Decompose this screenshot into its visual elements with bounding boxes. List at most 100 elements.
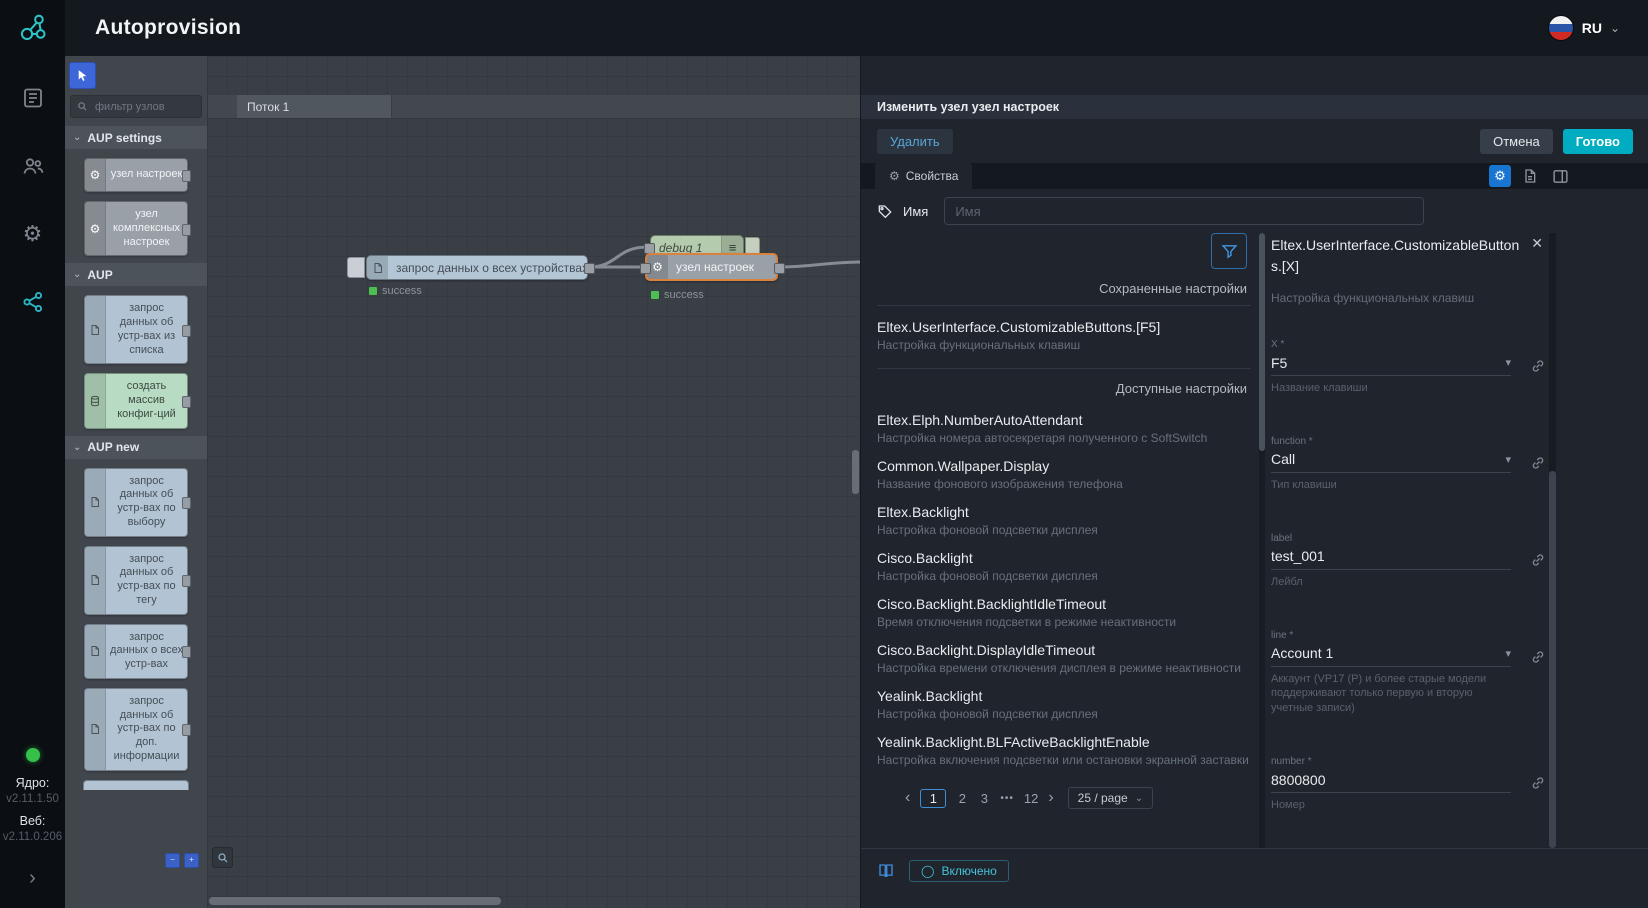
page-3[interactable]: 3 (978, 791, 990, 806)
available-setting-item[interactable]: Eltex.Backlight Настройка фоновой подсве… (877, 504, 1259, 537)
saved-setting-item[interactable]: Eltex.UserInterface.CustomizableButtons.… (877, 319, 1259, 352)
gear-icon: ⚙ (85, 159, 106, 191)
link-icon[interactable] (1529, 454, 1547, 472)
palette-category-aup-settings[interactable]: ⌄ AUP settings (65, 126, 207, 149)
page-12[interactable]: 12 (1024, 791, 1038, 806)
label-input[interactable]: test_001 (1271, 544, 1511, 570)
gear-icon: ⚙ (85, 202, 106, 256)
done-button[interactable]: Готово (1562, 128, 1633, 154)
gear-icon: ⚙ (1494, 168, 1506, 183)
filter-button[interactable] (1211, 233, 1247, 269)
palette-node-query-list[interactable]: запрос данных об устр-вах из списка (84, 295, 191, 365)
layout-icon-button[interactable] (1549, 165, 1571, 187)
number-input[interactable]: 8800800 (1271, 767, 1511, 794)
page-title: Autoprovision (95, 16, 242, 39)
file-icon (85, 546, 106, 614)
function-select[interactable]: Call ▾ (1271, 447, 1511, 473)
node-input-port[interactable] (640, 263, 651, 274)
canvas-hscrollbar-thumb[interactable] (209, 897, 501, 905)
sidebar-item-users[interactable] (21, 154, 45, 178)
canvas-vscrollbar-thumb[interactable] (852, 450, 859, 494)
list-scrollbar-thumb[interactable] (1259, 233, 1265, 451)
available-setting-item[interactable]: Yealink.Backlight.BLFActiveBacklightEnab… (877, 734, 1259, 767)
sidebar-item-flows[interactable] (21, 290, 45, 314)
link-icon[interactable] (1529, 357, 1547, 375)
line-select[interactable]: Account 1 ▾ (1271, 641, 1511, 667)
node-output-port (182, 324, 191, 337)
cursor-tool-button[interactable] (69, 62, 96, 89)
flow-canvas[interactable]: Поток 1 запрос данных о всех устройствах… (207, 56, 860, 908)
palette-category-aup-new[interactable]: ⌄ AUP new (65, 435, 207, 459)
palette-expand-button[interactable]: + (184, 853, 199, 868)
close-icon[interactable]: ✕ (1529, 233, 1545, 254)
tray-tabbar: ⚙ Свойства ⚙ (861, 163, 1648, 189)
palette-node-settings[interactable]: ⚙ узел настроек (84, 158, 191, 192)
wire[interactable] (777, 260, 860, 269)
sidebar: ⚙ Ядро: v2.11.1.50 Веб: v2.11.0.206 › (0, 56, 65, 908)
palette-node-query-by-choice[interactable]: запрос данных об устр-вах по выбору (84, 467, 191, 537)
canvas-node-settings[interactable]: ⚙ узел настроек (645, 253, 778, 281)
palette-search-input[interactable] (93, 99, 195, 114)
page-size-select[interactable]: 25 / page ⌄ (1067, 787, 1154, 809)
sidebar-item-journal[interactable] (21, 86, 45, 110)
canvas-node-query-all-devices[interactable]: запрос данных о всех устройствах (366, 255, 588, 280)
available-settings-header: Доступные настройки (1115, 381, 1247, 396)
sidebar-expand-chevron-icon[interactable]: › (0, 867, 65, 890)
core-status-indicator (25, 748, 40, 762)
sidebar-item-settings[interactable]: ⚙ (21, 222, 45, 246)
tab-properties[interactable]: ⚙ Свойства (875, 163, 973, 189)
pagination: ‹ 1 2 3 ••• 12 › 25 / page ⌄ (877, 787, 1259, 809)
description-icon-button[interactable] (1519, 165, 1541, 187)
palette-collapse-button[interactable]: − (165, 853, 180, 868)
detail-title: Eltex.UserInterface.CustomizableButtons.… (1271, 237, 1520, 274)
available-setting-item[interactable]: Yealink.Backlight Настройка фоновой подс… (877, 688, 1259, 721)
setting-detail-panel: ✕ Eltex.UserInterface.CustomizableButton… (1271, 233, 1547, 848)
page-1[interactable]: 1 (920, 788, 947, 808)
tag-icon (877, 203, 893, 219)
palette-node-query-by-tag[interactable]: запрос данных об устр-вах по тегу (84, 545, 191, 615)
palette-node-partial[interactable] (83, 779, 189, 790)
available-setting-item[interactable]: Eltex.Elph.NumberAutoAttendant Настройка… (877, 412, 1259, 445)
link-icon[interactable] (1529, 648, 1547, 666)
palette-node-create-config-array[interactable]: создать массив конфиг-ций (84, 373, 191, 429)
palette-node-query-all[interactable]: запрос данных о всех устр-вах (84, 623, 191, 679)
page-ellipsis[interactable]: ••• (1000, 793, 1014, 804)
book-icon[interactable] (877, 862, 895, 880)
chevron-down-icon: ⌄ (73, 441, 82, 453)
prev-page-button[interactable]: ‹ (905, 790, 910, 806)
funnel-icon (1221, 243, 1238, 260)
file-icon (85, 296, 106, 364)
delete-button[interactable]: Удалить (877, 128, 953, 154)
available-setting-item[interactable]: Cisco.Backlight Настройка фоновой подсве… (877, 550, 1259, 583)
properties-icon-button[interactable]: ⚙ (1489, 165, 1511, 187)
logo-icon (16, 11, 50, 45)
database-icon (85, 374, 106, 428)
node-output-port (182, 497, 191, 509)
link-icon[interactable] (1529, 551, 1547, 569)
query-node-button[interactable] (347, 257, 365, 278)
zoom-button[interactable] (212, 847, 233, 868)
palette-node-complex-settings[interactable]: ⚙ узел комплексных настроек (84, 201, 191, 257)
page-2[interactable]: 2 (956, 791, 968, 806)
palette-category-aup[interactable]: ⌄ AUP (65, 263, 207, 287)
detail-scrollbar-thumb[interactable] (1549, 471, 1556, 848)
palette-node-query-by-extra-info[interactable]: запрос данных об устр-вах по доп. информ… (84, 687, 191, 771)
link-icon[interactable] (1529, 774, 1547, 792)
enabled-toggle[interactable]: ◯ Включено (909, 860, 1009, 882)
wire[interactable] (587, 245, 649, 269)
available-setting-item[interactable]: Cisco.Backlight.DisplayIdleTimeout Настр… (877, 642, 1259, 675)
next-page-button[interactable]: › (1048, 790, 1053, 806)
available-setting-item[interactable]: Cisco.Backlight.BacklightIdleTimeout Вре… (877, 596, 1259, 629)
node-name-input[interactable] (944, 197, 1425, 225)
x-select[interactable]: F5 ▾ (1271, 350, 1511, 376)
web-version: v2.11.0.206 (2, 831, 63, 843)
node-output-port[interactable] (774, 263, 785, 274)
language-switcher[interactable]: RU ⌄ (1547, 15, 1648, 41)
available-setting-item[interactable]: Common.Wallpaper.Display Название фоново… (877, 458, 1259, 491)
tab-flow-1[interactable]: Поток 1 (237, 95, 392, 118)
node-output-port[interactable] (584, 263, 595, 274)
node-palette: ⌄ AUP settings ⚙ узел настроек ⚙ узел ко… (65, 56, 208, 908)
palette-search[interactable] (70, 95, 202, 118)
cancel-button[interactable]: Отмена (1480, 128, 1553, 154)
wires-layer (587, 245, 860, 269)
